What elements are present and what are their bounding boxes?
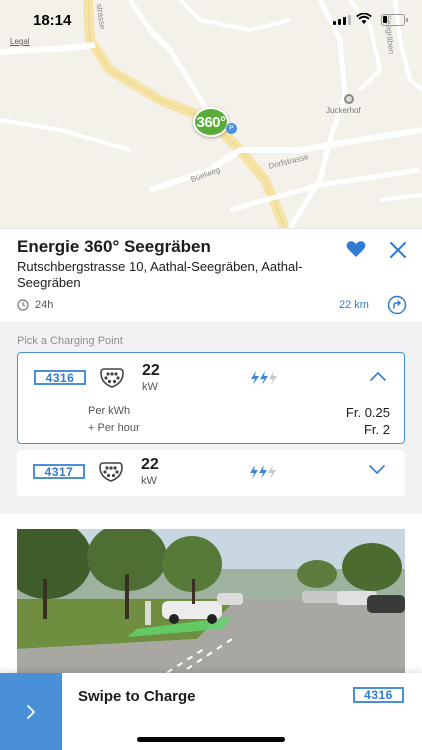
price-label: + Per hour bbox=[88, 422, 140, 434]
place-marker-icon bbox=[344, 94, 354, 104]
route-icon[interactable] bbox=[387, 295, 407, 315]
hours-label: 24h bbox=[35, 299, 54, 311]
station-pin[interactable]: 360° bbox=[193, 107, 229, 137]
station-name: Energie 360° Seegräben bbox=[17, 237, 211, 256]
opening-hours: 24h bbox=[17, 299, 53, 311]
station-info: Energie 360° Seegräben Rutschbergstrasse… bbox=[0, 228, 422, 322]
swipe-label: Swipe to Charge bbox=[78, 688, 196, 705]
place-label: Juckerhof bbox=[326, 106, 361, 115]
plug-type2-icon bbox=[99, 462, 123, 482]
battery-icon bbox=[381, 14, 408, 26]
station-address: Rutschbergstrasse 10, Aathal-Seegräben, … bbox=[17, 259, 303, 290]
power-value: 22 bbox=[141, 456, 159, 473]
power-value: 22 bbox=[142, 362, 160, 379]
close-icon[interactable] bbox=[389, 241, 407, 259]
price-label: Per kWh bbox=[88, 405, 131, 417]
signal-icon bbox=[333, 15, 351, 25]
power-unit: kW bbox=[141, 475, 157, 487]
price-value: Fr. 0.25 bbox=[345, 405, 390, 420]
point-id-badge: 4317 bbox=[33, 464, 85, 479]
distance-label: 22 km bbox=[339, 299, 369, 311]
clock-icon bbox=[17, 299, 29, 311]
station-photo-image bbox=[17, 529, 405, 689]
parking-badge: P bbox=[226, 123, 237, 134]
heart-icon[interactable] bbox=[346, 240, 366, 258]
screen: strasse Dorfstrasse Büelweg Seegräben Le… bbox=[0, 0, 422, 750]
charging-point-4316[interactable]: 4316 22 kW Per kWh Fr. 0.25 + Per hour F… bbox=[17, 352, 405, 444]
station-photo[interactable] bbox=[17, 529, 405, 689]
price-value: Fr. 2 bbox=[363, 422, 390, 437]
swipe-handle[interactable] bbox=[0, 673, 62, 750]
bolt-icon bbox=[250, 465, 276, 479]
plug-type2-icon bbox=[100, 368, 124, 388]
selected-point-badge: 4316 bbox=[353, 687, 404, 703]
status-bar: 18:14 bbox=[0, 0, 422, 40]
status-time: 18:14 bbox=[33, 12, 72, 29]
chevron-right-icon bbox=[27, 704, 36, 719]
chevron-down-icon[interactable] bbox=[369, 465, 385, 475]
section-label: Pick a Charging Point bbox=[17, 335, 123, 347]
home-indicator[interactable] bbox=[137, 737, 285, 742]
chevron-up-icon[interactable] bbox=[370, 371, 386, 381]
charging-point-4317[interactable]: 4317 22 kW bbox=[17, 450, 405, 496]
power-unit: kW bbox=[142, 381, 158, 393]
wifi-icon bbox=[356, 13, 372, 24]
bolt-icon bbox=[251, 371, 277, 385]
point-id-badge: 4316 bbox=[34, 370, 86, 385]
